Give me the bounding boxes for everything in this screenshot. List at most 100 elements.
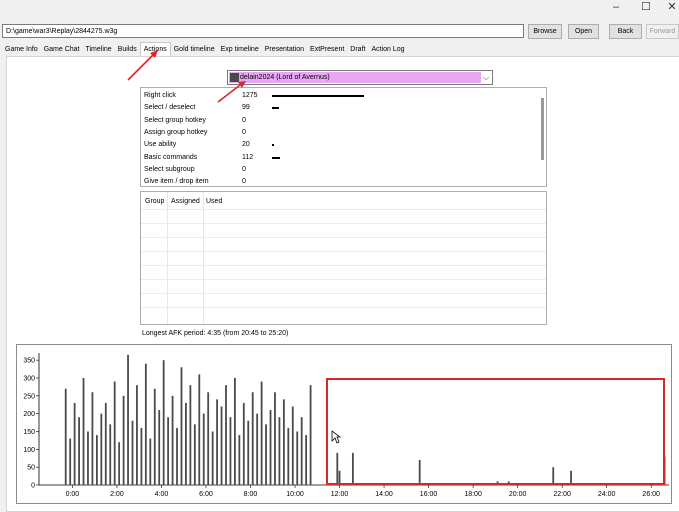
action-row[interactable]: Use ability 20 [144, 139, 534, 151]
row-rule [141, 307, 546, 308]
y-tick-label: 50 [27, 465, 35, 472]
y-tick-label: 300 [23, 375, 35, 382]
apm-bar [82, 377, 85, 485]
forward-button[interactable]: Forward [646, 24, 679, 39]
action-count: 0 [242, 178, 246, 186]
group-hotkey-table: Group Assigned Used [140, 191, 547, 325]
apm-bar [176, 427, 178, 485]
apm-bar [260, 381, 263, 485]
apm-bar [278, 417, 281, 485]
column-header-used[interactable]: Used [206, 198, 222, 205]
action-row[interactable]: Give item / drop item 0 [144, 176, 534, 188]
back-button[interactable]: Back [609, 24, 642, 39]
tab-timeline[interactable]: Timeline [82, 43, 114, 56]
x-tick-label: 2:00 [110, 491, 124, 498]
apm-bar [127, 354, 129, 485]
y-tick-label: 150 [23, 429, 35, 436]
apm-bar [242, 402, 245, 485]
tab-game-info[interactable]: Game Info [2, 43, 41, 56]
apm-bar [189, 385, 192, 485]
apm-bar [256, 413, 259, 485]
apm-bar [305, 435, 308, 485]
maximize-icon[interactable]: ☐ [640, 0, 652, 14]
replay-path-input[interactable]: D:\game\war3\Replay\2844275.w3g [2, 24, 524, 38]
tab-action-log[interactable]: Action Log [368, 43, 407, 56]
x-tick-label: 8:00 [244, 491, 258, 498]
apm-bar [144, 363, 147, 485]
browse-button[interactable]: Browse [528, 24, 562, 39]
apm-bar [69, 438, 72, 485]
action-label: Select subgroup [144, 165, 195, 173]
row-rule [141, 279, 546, 280]
action-row[interactable]: Select group hotkey 0 [144, 115, 534, 127]
apm-bar [91, 392, 94, 485]
action-row[interactable]: Right click 1275 [144, 90, 534, 102]
row-rule [141, 251, 546, 252]
chevron-down-icon[interactable]: ⌵ [481, 72, 491, 83]
apm-bar [64, 388, 67, 485]
row-rule [141, 265, 546, 266]
apm-bar [296, 431, 299, 485]
red-arrow-icon [127, 49, 159, 81]
apm-bar [282, 399, 285, 485]
action-row[interactable]: Basic commands 112 [144, 152, 534, 164]
apm-bar [287, 427, 290, 485]
tab-exp-timeline[interactable]: Exp timeline [218, 43, 262, 56]
apm-bar [100, 413, 103, 485]
actions-list-scrollbar[interactable] [541, 98, 544, 160]
x-tick-label: 22:00 [553, 491, 571, 498]
tab-gold-timeline[interactable]: Gold timeline [171, 43, 218, 56]
row-rule [141, 223, 546, 224]
apm-bar [234, 377, 236, 485]
apm-bar [153, 388, 156, 485]
action-row[interactable]: Select / deselect 99 [144, 102, 534, 114]
apm-bar [202, 413, 205, 485]
column-header-group[interactable]: Group [145, 198, 164, 205]
action-label: Basic commands [144, 153, 198, 161]
action-label: Give item / drop item [144, 178, 209, 186]
apm-bar [73, 402, 76, 485]
apm-bar [198, 374, 201, 485]
action-label: Use ability [144, 141, 177, 149]
tab-draft[interactable]: Draft [347, 43, 368, 56]
tab-game-chat[interactable]: Game Chat [41, 43, 83, 56]
apm-bar [300, 417, 303, 485]
apm-bar [211, 431, 214, 485]
y-tick-label: 0 [31, 483, 35, 490]
close-icon[interactable]: ✕ [666, 0, 678, 14]
action-bar [272, 95, 364, 97]
action-count: 112 [242, 153, 254, 161]
apm-bar [193, 424, 196, 485]
apm-bar [309, 385, 312, 485]
apm-bar [95, 435, 98, 485]
apm-bar [265, 424, 267, 485]
apm-bar [216, 399, 218, 485]
action-label: Select / deselect [144, 104, 196, 112]
x-tick-label: 10:00 [286, 491, 304, 498]
apm-bar [109, 424, 112, 485]
open-button[interactable]: Open [568, 24, 599, 39]
action-count: 0 [242, 116, 246, 124]
x-tick-label: 12:00 [331, 491, 349, 498]
action-label: Right click [144, 92, 176, 99]
apm-bar [78, 417, 80, 485]
x-tick-label: 14:00 [375, 491, 393, 498]
x-tick-label: 20:00 [509, 491, 527, 498]
minimize-icon[interactable]: – [610, 0, 622, 14]
x-tick-label: 6:00 [199, 491, 213, 498]
player-select[interactable]: delain2024 (Lord of Avernus) ⌵ [227, 70, 493, 85]
action-row[interactable]: Assign group hotkey 0 [144, 127, 534, 139]
y-tick-label: 250 [23, 393, 35, 400]
y-tick-label: 100 [23, 447, 35, 454]
tab-presentation[interactable]: Presentation [262, 43, 307, 56]
apm-bar [251, 392, 254, 485]
column-header-assigned[interactable]: Assigned [171, 198, 200, 205]
tab-bar: Game Info Game Chat Timeline Builds Acti… [2, 42, 408, 57]
action-row[interactable]: Select subgroup 0 [144, 164, 534, 176]
apm-bar [171, 395, 174, 485]
tab-extpresent[interactable]: ExtPresent [307, 43, 347, 56]
apm-bar [118, 442, 121, 485]
apm-bar [140, 427, 143, 485]
action-bar [272, 156, 280, 159]
mouse-cursor-icon [331, 430, 341, 444]
